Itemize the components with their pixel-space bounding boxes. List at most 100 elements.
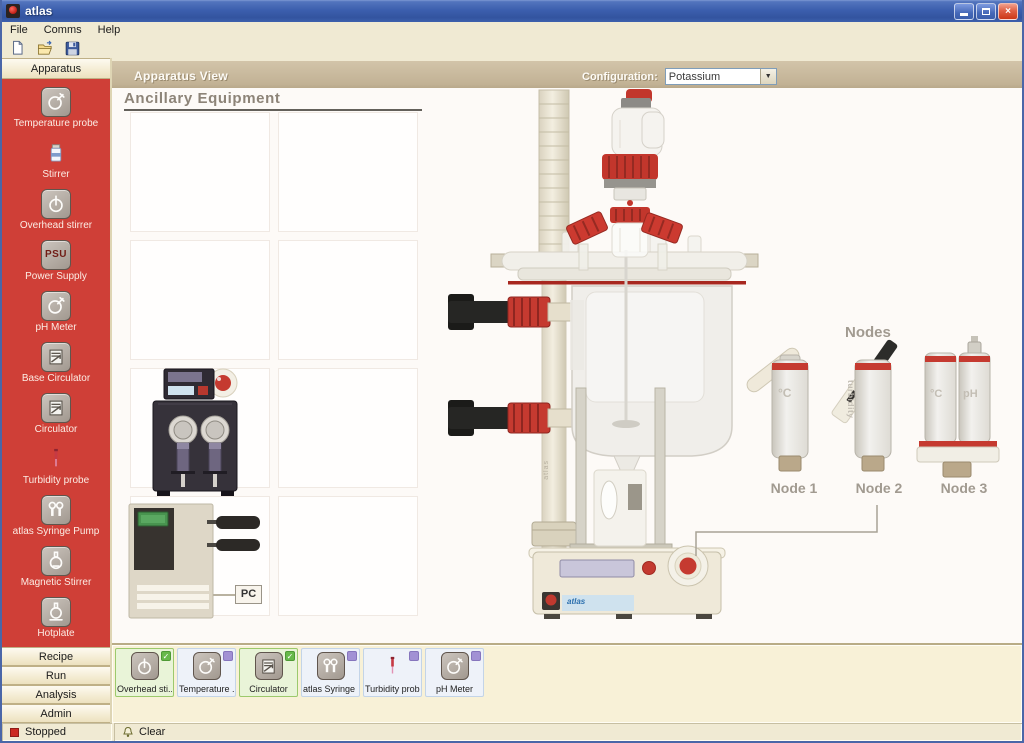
section-underline xyxy=(124,109,422,111)
menu-item-help[interactable]: Help xyxy=(90,23,129,37)
configuration-value: Potassium xyxy=(666,69,760,84)
turbidity-probe-icon xyxy=(41,444,71,474)
node-3-image xyxy=(917,336,999,477)
syringe-pump-icon xyxy=(317,652,345,680)
save-button[interactable] xyxy=(63,40,81,57)
minimize-button[interactable] xyxy=(954,3,974,20)
clear-label: Clear xyxy=(139,726,165,738)
view-title: Apparatus View xyxy=(134,69,228,83)
sidebar-header-apparatus[interactable]: Apparatus xyxy=(2,58,110,79)
close-button[interactable]: × xyxy=(998,3,1018,20)
status-badge xyxy=(223,651,233,661)
sidebar-item-label: Magnetic Stirrer xyxy=(19,578,94,588)
jacket-connector-upper xyxy=(448,294,572,330)
node-connection-line xyxy=(696,505,877,556)
statusbar: Stopped Clear xyxy=(2,723,1022,741)
sidebar-item-power-supply[interactable]: PSU Power Supply xyxy=(2,235,110,286)
temperature-probe-icon xyxy=(193,652,221,680)
configuration-label: Configuration: xyxy=(582,71,658,83)
overhead-stirrer-icon xyxy=(131,652,159,680)
jacket-connector-lower xyxy=(448,400,572,436)
apparatus-canvas: Ancillary Equipment xyxy=(112,88,1022,643)
sidebar: Apparatus Temperature probeStirrerOverhe… xyxy=(2,58,112,723)
reactor-lid xyxy=(491,252,758,285)
save-icon xyxy=(64,40,81,57)
sidebar-item-stirrer[interactable]: Stirrer xyxy=(2,133,110,184)
node-label-3: Node 3 xyxy=(928,480,1000,496)
tray-item-label: Overhead sti... xyxy=(117,684,172,694)
new-document-icon xyxy=(10,40,27,57)
status-badge xyxy=(409,651,419,661)
node-3-probe-label: pH xyxy=(963,388,978,400)
section-title: Ancillary Equipment xyxy=(124,90,280,107)
sidebar-item-temperature-probe[interactable]: Temperature probe xyxy=(2,82,110,133)
sidebar-item-label: pH Meter xyxy=(33,323,78,333)
circulator-icon xyxy=(41,393,71,423)
tray-item-atlas-syringe[interactable]: atlas Syringe ... xyxy=(301,648,360,697)
ancillary-slot xyxy=(278,496,418,616)
sidebar-item-magnetic-stirrer[interactable]: Magnetic Stirrer xyxy=(2,542,110,593)
magnetic-stirrer-icon xyxy=(41,546,71,576)
sidebar-item-overhead-stirrer[interactable]: Overhead stirrer xyxy=(2,184,110,235)
tray-item-overhead-sti[interactable]: ✓ Overhead sti... xyxy=(115,648,174,697)
apparatus-palette: Temperature probeStirrerOverhead stirrer… xyxy=(2,79,110,647)
sidebar-item-label: Turbidity probe xyxy=(21,476,91,486)
apparatus-view-header: Apparatus View Configuration: Potassium … xyxy=(112,58,1022,88)
sidebar-item-label: Base Circulator xyxy=(20,374,92,384)
alerts-cell[interactable]: Clear xyxy=(114,723,1022,741)
ancillary-slot xyxy=(278,368,418,488)
psu-icon: PSU xyxy=(41,240,71,270)
tray-item-temperature[interactable]: Temperature ... xyxy=(177,648,236,697)
ancillary-slot xyxy=(130,368,270,488)
sidebar-nav-admin[interactable]: Admin xyxy=(2,704,110,723)
node-2-probe-label: turbidity xyxy=(846,380,856,440)
restore-button[interactable] xyxy=(976,3,996,20)
sidebar-item-label: Circulator xyxy=(33,425,80,435)
sidebar-nav-run[interactable]: Run xyxy=(2,666,110,685)
lid-clamp-right xyxy=(641,212,684,244)
sidebar-item-circulator[interactable]: Circulator xyxy=(2,389,110,440)
sidebar-nav-analysis[interactable]: Analysis xyxy=(2,685,110,704)
menu-item-file[interactable]: File xyxy=(2,23,36,37)
tray-item-turbidity-probe[interactable]: Turbidity probe xyxy=(363,648,422,697)
sidebar-nav-recipe[interactable]: Recipe xyxy=(2,647,110,666)
stand-frame xyxy=(570,388,672,584)
overhead-stirrer-unit xyxy=(602,89,664,257)
turbidity-probe-icon xyxy=(379,652,407,680)
bell-icon xyxy=(122,726,134,739)
hotplate-icon xyxy=(41,597,71,627)
configuration-dropdown[interactable]: Potassium ▼ xyxy=(665,68,777,85)
menubar: FileCommsHelp xyxy=(2,22,1022,38)
new-document-button[interactable] xyxy=(9,40,27,57)
node-label-2: Node 2 xyxy=(843,480,915,496)
temperature-probe-icon xyxy=(41,87,71,117)
configured-equipment-tray: ✓ Overhead sti... Temperature ... ✓Circulat… xyxy=(112,643,1022,723)
open-folder-button[interactable] xyxy=(36,40,54,57)
menu-item-comms[interactable]: Comms xyxy=(36,23,90,37)
base-unit-label: atlas xyxy=(562,595,634,611)
node-2-image xyxy=(831,339,899,471)
sidebar-item-atlas-syringe-pump[interactable]: atlas Syringe Pump xyxy=(2,491,110,542)
sidebar-item-hotplate[interactable]: Hotplate xyxy=(2,593,110,644)
tray-item-ph-meter[interactable]: pH Meter xyxy=(425,648,484,697)
status-badge: ✓ xyxy=(161,651,171,661)
stirrer-icon xyxy=(41,138,71,168)
node-label-1: Node 1 xyxy=(758,480,830,496)
tray-item-label: Turbidity probe xyxy=(365,684,420,694)
stand-pole xyxy=(532,90,576,555)
run-state-text: Stopped xyxy=(25,726,66,738)
tray-item-circulator[interactable]: ✓Circulator xyxy=(239,648,298,697)
node-1-probe-label: °C xyxy=(778,386,791,400)
ph-meter-icon xyxy=(41,291,71,321)
tray-item-label: Temperature ... xyxy=(179,684,234,694)
titlebar: atlas × xyxy=(2,0,1022,22)
sidebar-item-turbidity-probe[interactable]: Turbidity probe xyxy=(2,440,110,491)
sidebar-item-ph-meter[interactable]: pH Meter xyxy=(2,286,110,337)
chevron-down-icon[interactable]: ▼ xyxy=(760,69,776,84)
node-1-image xyxy=(744,345,808,471)
sidebar-item-label: atlas Syringe Pump xyxy=(11,527,102,537)
circulator-icon xyxy=(255,652,283,680)
tray-item-label: atlas Syringe ... xyxy=(303,684,358,694)
sidebar-item-label: Power Supply xyxy=(23,272,89,282)
sidebar-item-base-circulator[interactable]: Base Circulator xyxy=(2,337,110,388)
